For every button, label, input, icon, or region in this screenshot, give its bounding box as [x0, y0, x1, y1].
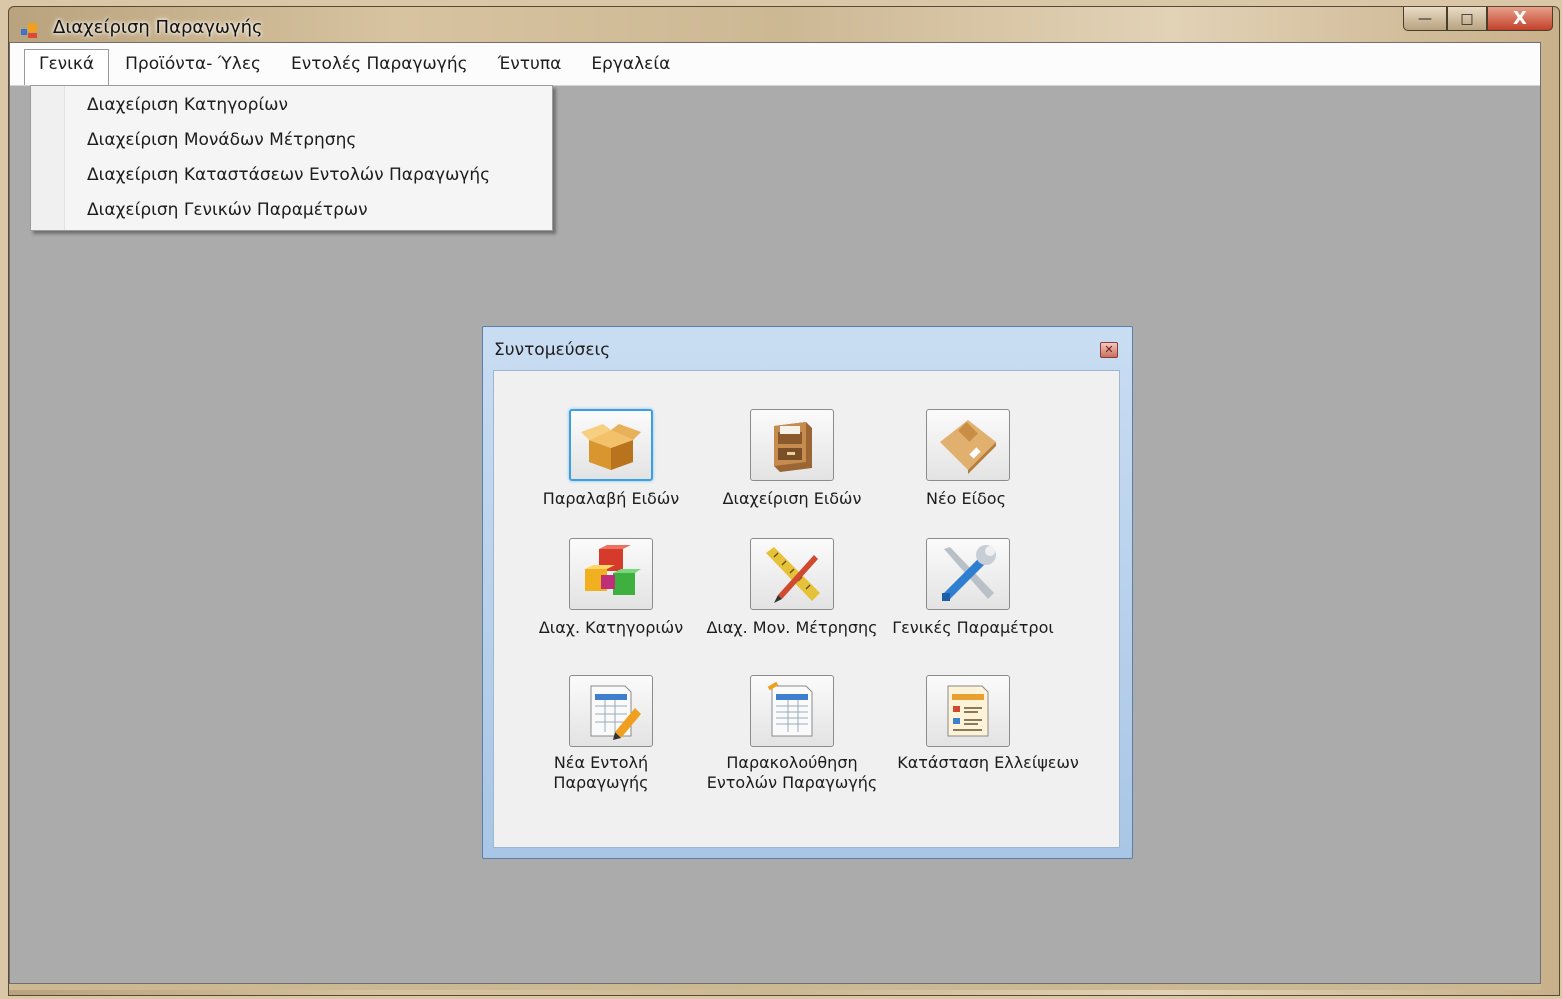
- minimize-icon: —: [1418, 10, 1432, 27]
- close-icon: X: [1513, 8, 1527, 29]
- shortcuts-title: Συντομεύσεις: [494, 340, 611, 360]
- manage-categories-button[interactable]: [569, 538, 653, 610]
- manage-items-button[interactable]: [750, 409, 834, 481]
- shortcuts-panel: Παραλαβή Ειδών Διαχείριση Ειδών Νέο Είδο…: [493, 370, 1120, 848]
- label-line: Παρακολούθηση: [726, 753, 858, 772]
- general-dropdown-menu: Διαχείριση Κατηγορίων Διαχείριση Μονάδων…: [30, 85, 553, 231]
- menu-forms[interactable]: Έντυπα: [484, 50, 576, 78]
- menu-products-materials[interactable]: Προϊόντα- Ύλες: [111, 50, 275, 78]
- new-item-label: Νέο Είδος: [926, 489, 1006, 508]
- tools-icon: [942, 545, 996, 601]
- new-item-button[interactable]: [926, 409, 1010, 481]
- shortages-report-label: Κατάσταση Ελλείψεων: [897, 753, 1079, 772]
- manage-units-label: Διαχ. Μον. Μέτρησης: [706, 618, 878, 637]
- menu-item-manage-units[interactable]: Διαχείριση Μονάδων Μέτρησης: [87, 130, 356, 150]
- mdi-client-area: Γενικά Προϊόντα- Ύλες Εντολές Παραγωγής …: [9, 42, 1541, 984]
- menu-item-manage-general-params[interactable]: Διαχείριση Γενικών Παραμέτρων: [87, 200, 368, 220]
- manage-items-label: Διαχείριση Ειδών: [722, 489, 862, 508]
- menu-item-manage-categories[interactable]: Διαχείριση Κατηγορίων: [87, 95, 288, 115]
- maximize-button[interactable]: □: [1447, 7, 1487, 31]
- label-line: Εντολών Παραγωγής: [706, 773, 878, 792]
- shortcuts-window: Συντομεύσεις ✕ Παραλαβή Ειδών Διαχείριση…: [482, 326, 1133, 859]
- label-line: Παραγωγής: [553, 773, 649, 792]
- receive-items-button[interactable]: [569, 409, 653, 481]
- close-icon: ✕: [1104, 343, 1114, 356]
- close-button[interactable]: X: [1487, 7, 1553, 31]
- maximize-icon: □: [1460, 10, 1474, 27]
- track-production-orders-button[interactable]: [750, 675, 834, 747]
- menu-bar: Γενικά Προϊόντα- Ύλες Εντολές Παραγωγής …: [10, 43, 1540, 86]
- manage-units-button[interactable]: [750, 538, 834, 610]
- menu-general[interactable]: Γενικά: [24, 49, 110, 85]
- menu-item-manage-order-states[interactable]: Διαχείριση Καταστάσεων Εντολών Παραγωγής: [87, 165, 490, 185]
- menu-tools[interactable]: Εργαλεία: [577, 50, 684, 78]
- general-params-button[interactable]: [926, 538, 1010, 610]
- new-order-sheet-icon: [590, 685, 641, 740]
- menu-gutter: [31, 86, 65, 230]
- file-cabinet-icon: [774, 422, 812, 472]
- general-params-label: Γενικές Παραμέτροι: [892, 618, 1054, 637]
- new-production-order-button[interactable]: [569, 675, 653, 747]
- shortages-report-button[interactable]: [926, 675, 1010, 747]
- track-production-orders-label: Παρακολούθηση Εντολών Παραγωγής: [706, 753, 878, 793]
- label-line: Νέα Εντολή: [553, 753, 649, 772]
- minimize-button[interactable]: —: [1403, 7, 1447, 31]
- colored-cubes-icon: [585, 545, 641, 595]
- app-icon: [21, 23, 37, 38]
- table-sheet-icon: [767, 682, 813, 737]
- open-box-icon: [581, 424, 641, 470]
- report-sheet-icon: [947, 685, 989, 737]
- window-bottom-border: [9, 984, 1541, 990]
- shortcuts-close-button[interactable]: ✕: [1100, 342, 1118, 358]
- package-icon: [940, 420, 996, 474]
- menu-production-orders[interactable]: Εντολές Παραγωγής: [277, 50, 482, 78]
- window-title: Διαχείριση Παραγωγής: [53, 17, 263, 38]
- manage-categories-label: Διαχ. Κατηγοριών: [538, 618, 684, 637]
- receive-items-label: Παραλαβή Ειδών: [542, 489, 680, 508]
- ruler-pencil-icon: [766, 547, 820, 603]
- new-production-order-label: Νέα Εντολή Παραγωγής: [524, 753, 678, 793]
